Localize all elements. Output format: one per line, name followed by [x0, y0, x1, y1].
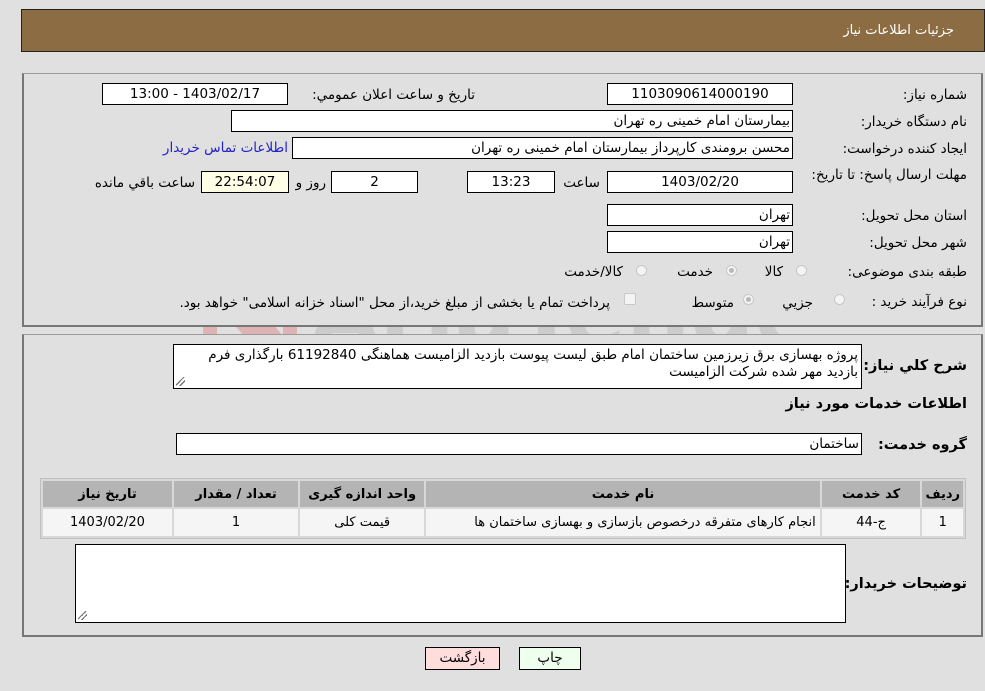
category-goods-radio[interactable] — [796, 265, 807, 276]
category-goods-service-radio[interactable] — [636, 265, 647, 276]
requester-label: ایجاد کننده درخواست: — [842, 141, 967, 157]
col-quantity: تعداد / مقدار — [173, 481, 299, 507]
announce-datetime-label: تاریخ و ساعت اعلان عمومي: — [312, 87, 475, 103]
deadline-time-label: ساعت — [563, 175, 600, 191]
col-service-code: کد خدمت — [821, 481, 921, 507]
delivery-city-field: تهران — [607, 231, 793, 253]
requester-field: محسن برومندی کارپرداز بیمارستان امام خمی… — [292, 137, 793, 159]
col-row-number: رديف — [922, 481, 963, 507]
service-group-field: ساختمان — [176, 433, 862, 455]
deadline-date-field: 1403/02/20 — [607, 171, 793, 193]
buyer-notes-textarea[interactable] — [75, 544, 846, 623]
category-service-radio[interactable] — [726, 265, 737, 276]
treasury-note: پرداخت تمام یا بخشی از مبلغ خرید،از محل … — [179, 295, 610, 311]
need-number-label: شماره نیاز: — [902, 87, 967, 103]
need-number-field: 1103090614000190 — [607, 83, 793, 105]
days-label: روز و — [295, 175, 326, 191]
announce-datetime-field: 1403/02/17 - 13:00 — [102, 83, 288, 105]
category-goods-label: کالا — [764, 264, 783, 280]
purchase-type-minor-label: جزيي — [782, 295, 813, 311]
delivery-province-label: استان محل تحویل: — [861, 208, 967, 224]
delivery-city-label: شهر محل تحویل: — [869, 235, 967, 251]
category-label: طبقه بندی موضوعی: — [847, 264, 967, 280]
treasury-checkbox[interactable] — [624, 293, 636, 305]
cell-need-date: 1403/02/20 — [43, 509, 172, 536]
purchase-type-minor-radio[interactable] — [834, 294, 845, 305]
description-textarea[interactable]: پروژه بهسازی برق زیرزمین ساختمان امام طب… — [173, 344, 862, 389]
buyer-org-field: بیمارستان امام خمینی ره تهران — [231, 110, 793, 132]
col-need-date: تاریخ نیاز — [43, 481, 172, 507]
cell-service-code: ج-44 — [821, 509, 921, 536]
category-goods-service-label: کالا/خدمت — [564, 264, 623, 280]
time-remaining-field: 22:54:07 — [201, 171, 289, 193]
resize-grip-icon[interactable] — [78, 611, 87, 620]
buyer-org-label: نام دستگاه خریدار: — [860, 114, 967, 130]
cell-unit: قیمت کلی — [300, 509, 425, 536]
services-section-title: اطلاعات خدمات مورد نياز — [785, 396, 967, 412]
page-title: جزئيات اطلاعات نیاز — [843, 23, 954, 38]
col-unit: واحد اندازه گیری — [300, 481, 425, 507]
days-remaining-field: 2 — [331, 171, 418, 193]
col-service-name: نام خدمت — [426, 481, 820, 507]
buyer-notes-label: توضیحات خریدار: — [844, 576, 967, 592]
time-remaining-label: ساعت باقي مانده — [94, 175, 195, 191]
description-text: پروژه بهسازی برق زیرزمین ساختمان امام طب… — [208, 347, 858, 380]
services-table-header: رديف کد خدمت نام خدمت واحد اندازه گیری ت… — [43, 481, 963, 507]
cell-row-number: 1 — [922, 509, 963, 536]
cell-service-name: انجام کارهای متفرقه درخصوص بازسازی و بهس… — [426, 509, 820, 536]
purchase-type-medium-label: متوسط — [691, 295, 734, 311]
resize-grip-icon[interactable] — [176, 377, 185, 386]
buyer-contact-link[interactable]: اطلاعات تماس خریدار — [163, 140, 288, 156]
delivery-province-field: تهران — [607, 204, 793, 226]
purchase-type-medium-radio[interactable] — [743, 294, 754, 305]
back-button[interactable]: بازگشت — [425, 647, 500, 670]
category-service-label: خدمت — [677, 264, 713, 280]
services-table: رديف کد خدمت نام خدمت واحد اندازه گیری ت… — [40, 478, 966, 539]
table-row: 1 ج-44 انجام کارهای متفرقه درخصوص بازساز… — [43, 509, 963, 536]
print-button[interactable]: چاپ — [519, 647, 581, 670]
cell-quantity: 1 — [173, 509, 299, 536]
purchase-type-label: نوع فرآیند خرید : — [871, 294, 967, 310]
deadline-time-field: 13:23 — [467, 171, 555, 193]
description-label: شرح كلي نياز: — [863, 358, 967, 374]
page-header: جزئيات اطلاعات نیاز — [21, 9, 985, 52]
service-group-label: گروه خدمت: — [877, 437, 967, 453]
deadline-label: مهلت ارسال پاسخ: تا تاریخ: — [811, 167, 967, 183]
